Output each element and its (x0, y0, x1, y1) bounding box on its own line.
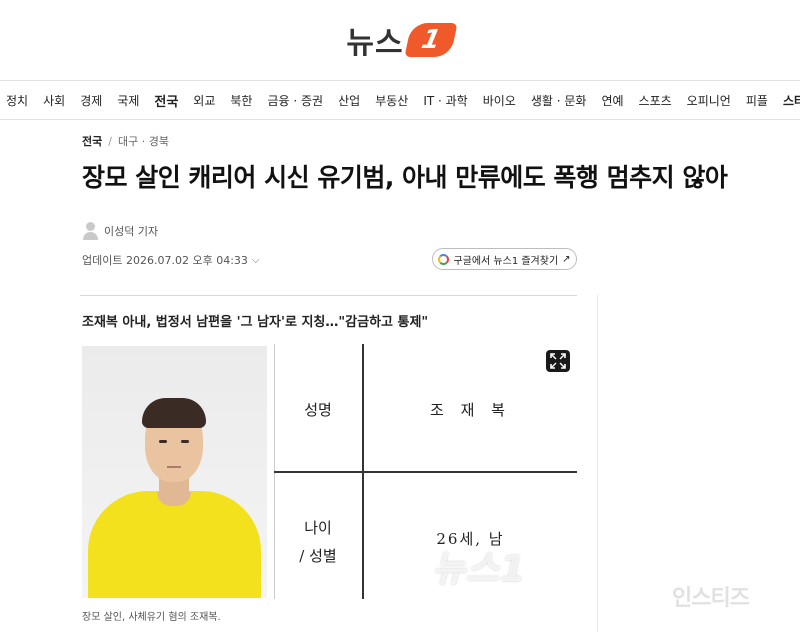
nav-item-bio[interactable]: 바이오 (483, 92, 516, 109)
author-byline[interactable]: 이성덕 기자 (82, 222, 158, 240)
breadcrumb-section[interactable]: 전국 (82, 133, 102, 149)
article-figure: 성명 조 재 복 나이 / 성별 26세, 남 뉴스1 (82, 344, 577, 599)
update-time[interactable]: 업데이트 2026.07.02 오후 04:33 ⌵ (82, 252, 260, 268)
site-logo[interactable]: 뉴스 1 (0, 20, 800, 61)
google-icon (438, 253, 450, 265)
nav-item-diplomacy[interactable]: 외교 (193, 92, 215, 109)
suspect-info-table: 성명 조 재 복 나이 / 성별 26세, 남 (274, 344, 577, 599)
google-favorite-button[interactable]: 구글에서 뉴스1 즐겨찾기 ↗ (432, 248, 577, 270)
nav-item-entertainment[interactable]: 연예 (601, 92, 623, 109)
google-button-label: 구글에서 뉴스1 즐겨찾기 (453, 255, 559, 267)
age-gender-label: 나이 / 성별 (299, 519, 337, 565)
breadcrumb-subsection[interactable]: 대구 · 경북 (118, 133, 169, 149)
name-label: 성명 (304, 401, 332, 419)
author-name: 이성덕 기자 (104, 225, 159, 238)
news1-watermark: 뉴스1 (432, 549, 527, 590)
nav-item-opinion[interactable]: 오피니언 (687, 92, 731, 109)
nav-item-society[interactable]: 사회 (43, 92, 65, 109)
expand-icon[interactable] (546, 350, 570, 372)
nav-item-it-science[interactable]: IT · 과학 (423, 92, 467, 109)
nav-item-star1pick[interactable]: 스타1픽 (783, 92, 800, 109)
breadcrumb-separator: / (108, 134, 112, 148)
chevron-down-icon: ⌵ (251, 254, 260, 266)
column-divider (597, 295, 598, 632)
nav-item-finance[interactable]: 금융 · 증권 (267, 92, 323, 109)
author-avatar-icon (82, 222, 98, 240)
name-value: 조 재 복 (430, 401, 511, 419)
nav-item-international[interactable]: 국제 (117, 92, 139, 109)
nav-item-sports[interactable]: 스포츠 (639, 92, 672, 109)
logo-mark: 1 (403, 23, 458, 57)
photo-caption: 장모 살인, 사체유기 혐의 조재복. (82, 612, 221, 623)
nav-item-economy[interactable]: 경제 (80, 92, 102, 109)
article-subheadline: 조재복 아내, 법정서 남편을 '그 남자'로 지칭…"감금하고 통제" (82, 315, 429, 330)
section-divider (80, 295, 577, 296)
update-time-text: 업데이트 2026.07.02 오후 04:33 (82, 254, 248, 267)
logo-text: 뉴스 (346, 26, 404, 61)
nav-item-industry[interactable]: 산업 (338, 92, 360, 109)
breadcrumb: 전국 / 대구 · 경북 (82, 133, 169, 149)
nav-item-politics[interactable]: 정치 (6, 92, 28, 109)
article-headline: 장모 살인 캐리어 시신 유기범, 아내 만류에도 폭행 멈추지 않아 (82, 163, 728, 192)
site-watermark: 인스티즈 (672, 586, 750, 611)
nav-item-life-culture[interactable]: 생활 · 문화 (531, 92, 587, 109)
nav-item-people[interactable]: 피플 (746, 92, 768, 109)
main-nav: 정치 사회 경제 국제 전국 외교 북한 금융 · 증권 산업 부동산 IT ·… (0, 80, 800, 120)
nav-item-north-korea[interactable]: 북한 (230, 92, 252, 109)
suspect-photo (82, 346, 267, 598)
external-link-icon: ↗ (562, 253, 571, 265)
nav-item-real-estate[interactable]: 부동산 (375, 92, 408, 109)
nav-item-nationwide[interactable]: 전국 (154, 91, 178, 110)
